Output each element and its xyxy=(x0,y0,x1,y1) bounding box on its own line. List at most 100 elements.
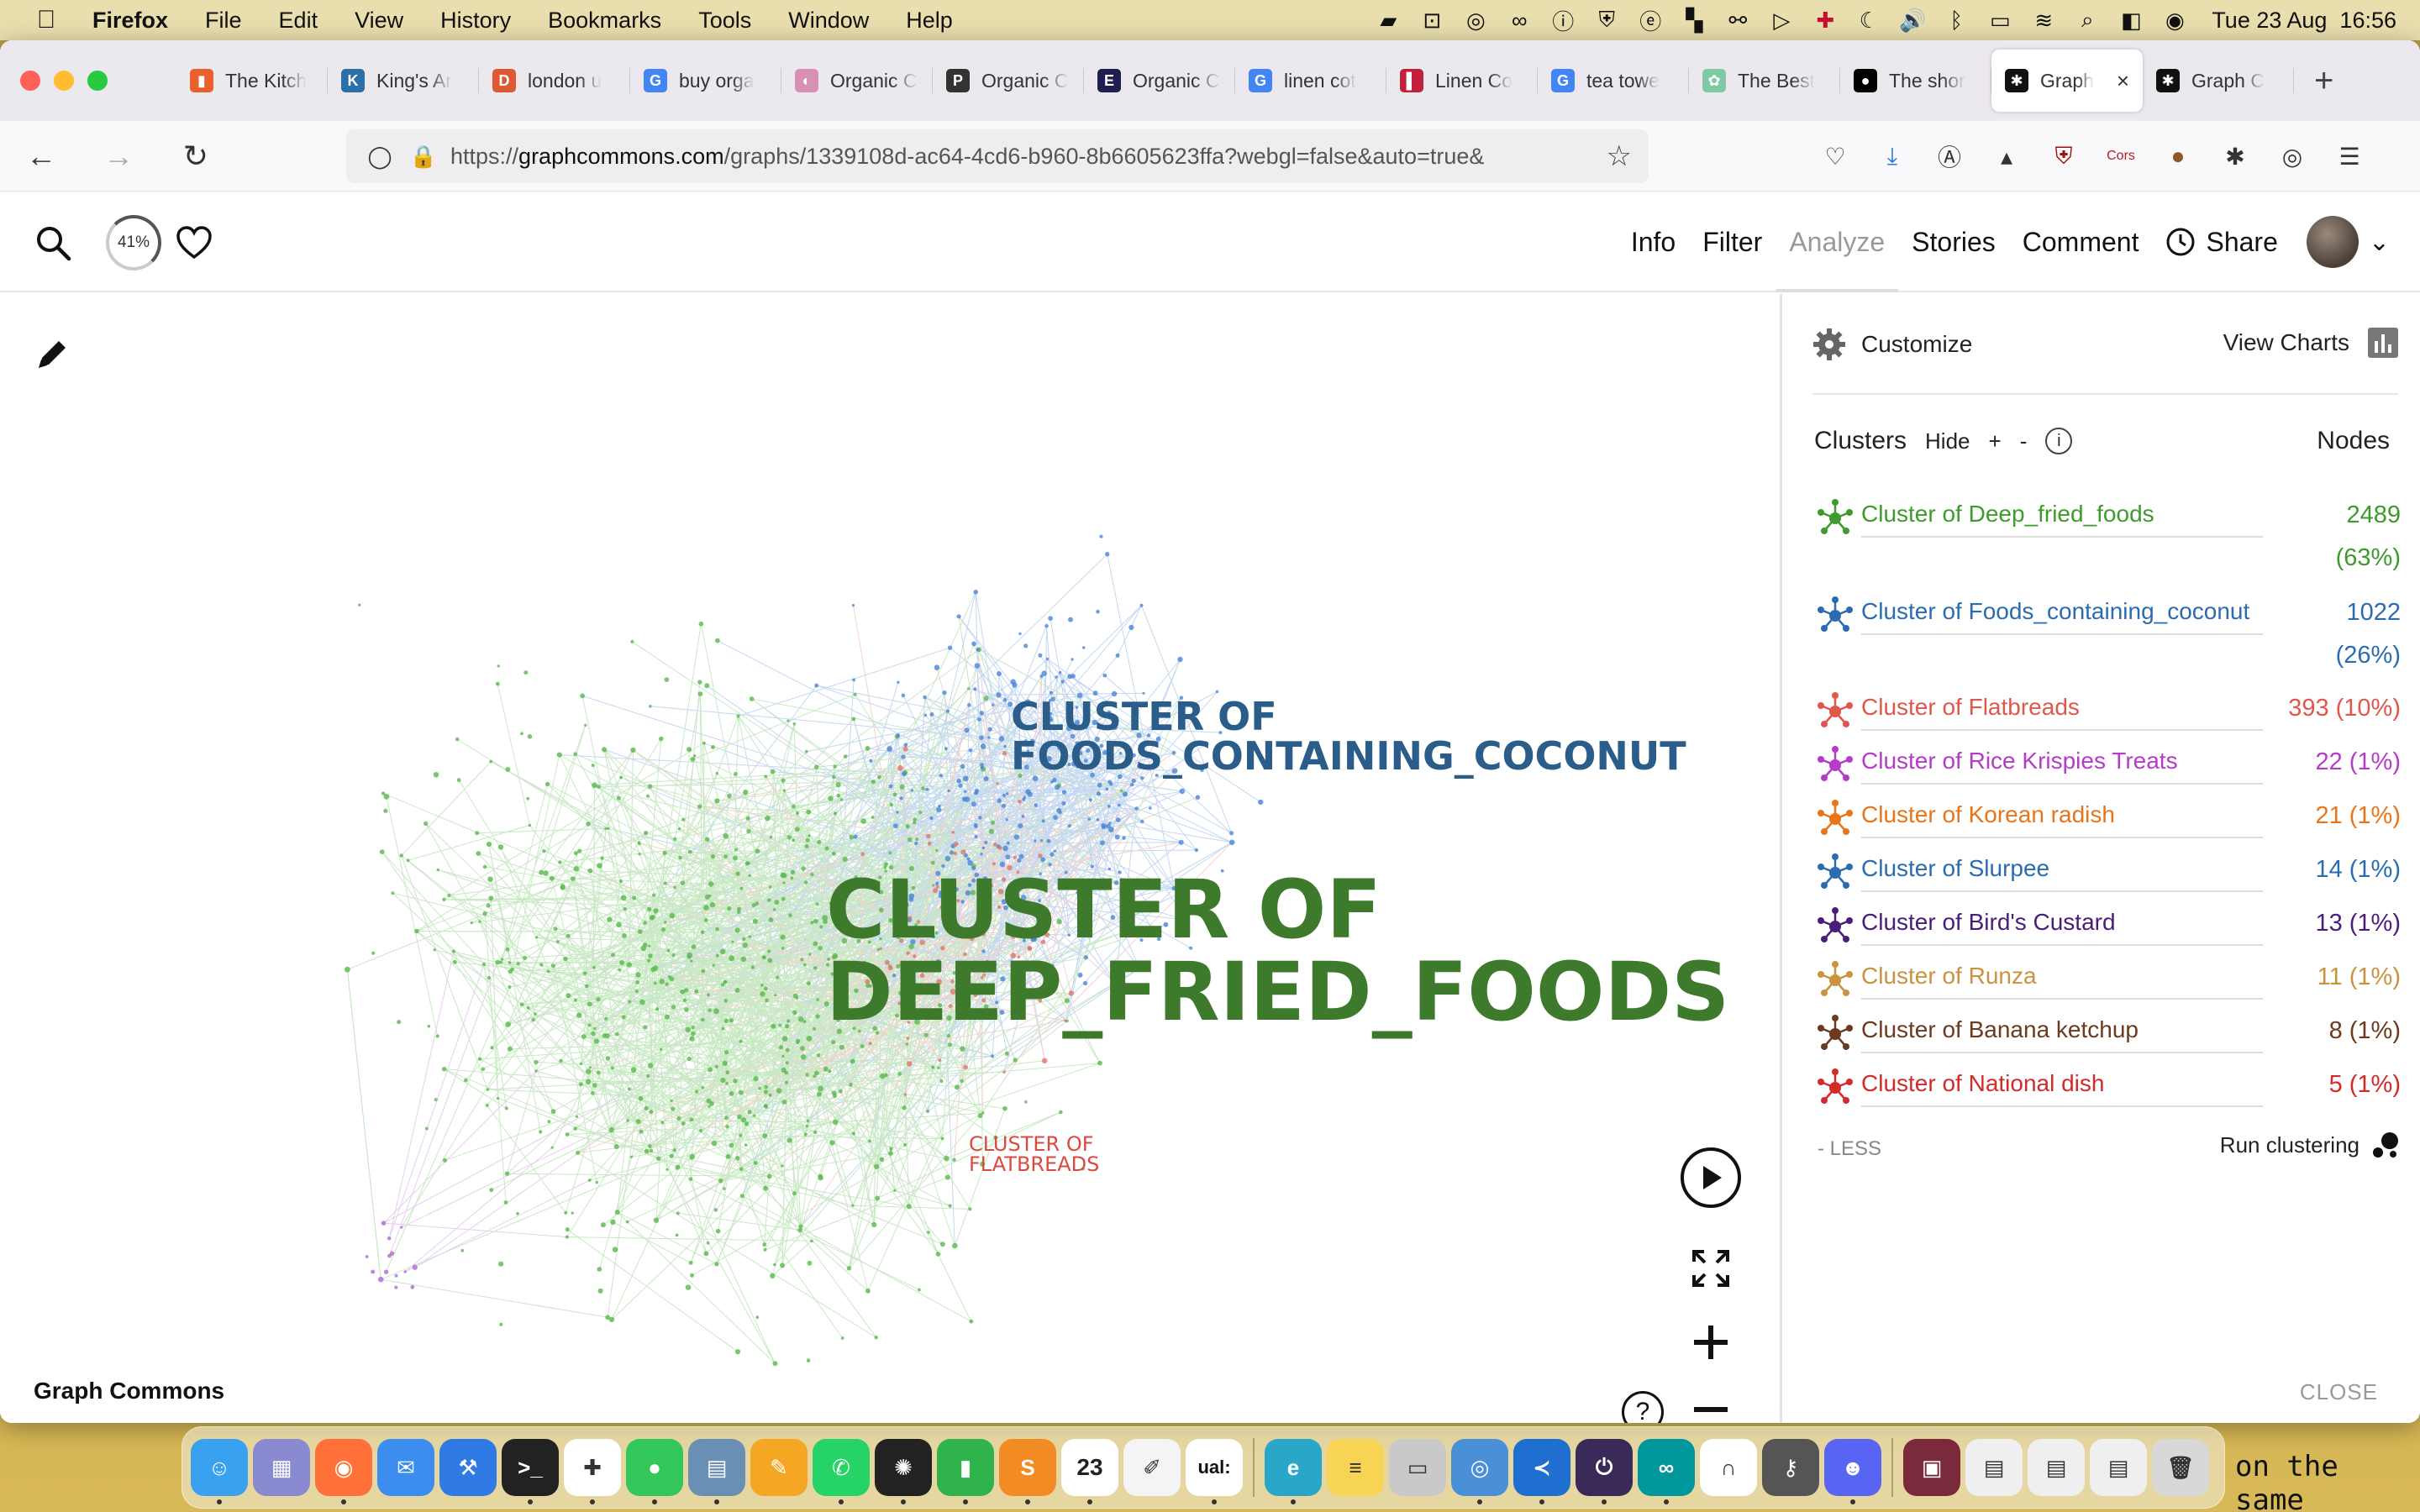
nav-filter[interactable]: Filter xyxy=(1689,192,1776,292)
arduino-icon[interactable]: ∞ xyxy=(1638,1439,1695,1504)
cluster-row[interactable]: Cluster of Runza 11 (1%) xyxy=(1812,961,2401,1003)
browser-tab[interactable]: ✱ Graph × xyxy=(1991,50,2143,112)
chromium-icon[interactable]: ✺ xyxy=(875,1439,932,1504)
doc-stack-icon-3[interactable]: ▤ xyxy=(2090,1439,2147,1496)
vpn-icon[interactable]: ◎ xyxy=(1454,0,1497,40)
edge-icon[interactable]: e xyxy=(1265,1439,1322,1504)
browser-tab[interactable]: ◐ Organic C xyxy=(781,53,933,108)
apple-menu-icon[interactable]:  xyxy=(0,6,92,34)
nav-stories[interactable]: Stories xyxy=(1898,192,2009,292)
power-icon[interactable]: ⏻ xyxy=(1576,1439,1633,1504)
keychain-icon[interactable]: ⚷ xyxy=(1762,1439,1819,1496)
browser-tab[interactable]: E Organic C xyxy=(1084,53,1235,108)
nav-analyze[interactable]: Analyze xyxy=(1776,192,1899,292)
menu-file[interactable]: File xyxy=(187,8,260,34)
cluster-name[interactable]: Cluster of Korean radish xyxy=(1861,801,2263,838)
cluster-label-flatbreads[interactable]: CLUSTER OF FLATBREADS xyxy=(969,1134,1099,1175)
menu-edit[interactable]: Edit xyxy=(260,8,337,34)
browser-tab[interactable]: ● The shor xyxy=(1840,53,1991,108)
cluster-label-deep-fried[interactable]: CLUSTER OF DEEP_FRIED_FOODS xyxy=(826,869,1729,1034)
pocket-icon[interactable]: ▰ xyxy=(1366,0,1410,40)
menu-view[interactable]: View xyxy=(336,8,422,34)
messages-icon[interactable]: ● xyxy=(626,1439,683,1504)
grid-app-icon[interactable]: ▚ xyxy=(1672,0,1716,40)
browser-tab[interactable]: P Organic C xyxy=(933,53,1084,108)
pocket-icon[interactable]: ♡ xyxy=(1807,133,1864,180)
menu-window[interactable]: Window xyxy=(770,8,887,34)
cluster-row[interactable]: Cluster of Bird's Custard 13 (1%) xyxy=(1812,907,2401,949)
preview-icon[interactable]: ▤ xyxy=(688,1439,745,1504)
mail-icon[interactable]: ✉ xyxy=(377,1439,434,1496)
more-clusters-button[interactable]: + xyxy=(1989,428,2002,454)
browser-tab[interactable]: ▌ Linen Co xyxy=(1386,53,1538,108)
fewer-clusters-button[interactable]: - xyxy=(2020,428,2028,454)
cluster-name[interactable]: Cluster of Flatbreads xyxy=(1861,694,2263,731)
close-panel-button[interactable]: CLOSE xyxy=(2300,1379,2378,1405)
finder-icon[interactable]: ☺ xyxy=(191,1439,248,1504)
extension-globe-icon[interactable]: ◎ xyxy=(2264,133,2321,180)
menu-history[interactable]: History xyxy=(422,8,529,34)
photo-thumb-icon[interactable]: ▣ xyxy=(1903,1439,1960,1496)
downloads-icon[interactable]: ⤓ xyxy=(1864,133,1921,180)
app-menu-firefox[interactable]: Firefox xyxy=(92,8,187,34)
cluster-name[interactable]: Cluster of Rice Krispies Treats xyxy=(1861,748,2263,785)
spotlight-icon[interactable]: ⌕ xyxy=(2065,0,2109,40)
bookmark-star-icon[interactable]: ☆ xyxy=(1607,139,1632,173)
selfservice-icon[interactable]: ual: xyxy=(1186,1439,1243,1504)
calendar-icon[interactable]: 23 xyxy=(1061,1439,1118,1504)
cookie-icon[interactable]: ● xyxy=(2149,133,2207,180)
forward-button[interactable]: → xyxy=(92,139,145,174)
cluster-row[interactable]: Cluster of Banana ketchup 8 (1%) xyxy=(1812,1015,2401,1057)
cluster-row[interactable]: Cluster of Foods_containing_coconut 1022 (… xyxy=(1812,596,2401,670)
cors-icon[interactable]: Cors xyxy=(2092,133,2149,180)
siri-icon[interactable]: ◉ xyxy=(2153,0,2196,40)
edit-pencil-icon[interactable] xyxy=(34,334,72,373)
browser-tab[interactable]: ✱ Graph C xyxy=(2143,53,2294,108)
zoom-out-button[interactable] xyxy=(1689,1388,1733,1423)
scanner-icon[interactable]: ▭ xyxy=(1389,1439,1446,1496)
browser-tab[interactable]: Gbuy orga xyxy=(630,53,781,108)
cluster-name[interactable]: Cluster of Runza xyxy=(1861,963,2263,1000)
cluster-label-coconut[interactable]: CLUSTER OF FOODS_CONTAINING_COCONUT xyxy=(1011,697,1686,776)
terminal-icon[interactable]: >_ xyxy=(502,1439,559,1504)
reload-button[interactable]: ↻ xyxy=(170,139,222,174)
browser-tab[interactable]: ▮ The Kitch xyxy=(176,53,328,108)
hide-clusters-button[interactable]: Hide xyxy=(1925,428,1970,454)
wifi-icon[interactable]: ≋ xyxy=(2022,0,2065,40)
textedit-icon[interactable]: ✐ xyxy=(1123,1439,1181,1496)
doc-stack-icon[interactable]: ▤ xyxy=(1965,1439,2023,1496)
network-graph[interactable] xyxy=(0,294,1778,1423)
pages-icon[interactable]: ✎ xyxy=(750,1439,808,1496)
slack-icon[interactable]: ✚ xyxy=(564,1439,621,1504)
e-app-icon[interactable]: ⓔ xyxy=(1628,0,1672,40)
show-less-button[interactable]: - LESS xyxy=(1818,1137,1881,1161)
creative-cloud-icon[interactable]: ∞ xyxy=(1497,0,1541,40)
close-window-button[interactable] xyxy=(20,71,40,91)
cluster-name[interactable]: Cluster of Foods_containing_coconut xyxy=(1861,598,2263,635)
numbers-icon[interactable]: ▮ xyxy=(937,1439,994,1504)
fluent-icon[interactable]: ⓘ xyxy=(1541,0,1585,40)
view-charts-button[interactable]: View Charts xyxy=(2223,328,2398,358)
ublock-icon[interactable]: ⛨ xyxy=(2035,133,2092,180)
new-tab-button[interactable]: + xyxy=(2294,62,2354,100)
extension-hat-icon[interactable]: ▴ xyxy=(1978,133,2035,180)
shield-app-icon[interactable]: ⛨ xyxy=(1585,0,1628,40)
play-icon[interactable]: ▷ xyxy=(1760,0,1803,40)
cluster-name[interactable]: Cluster of National dish xyxy=(1861,1070,2263,1107)
whatsapp-icon[interactable]: ✆ xyxy=(813,1439,870,1504)
lock-icon[interactable]: 🔒 xyxy=(407,144,440,170)
menu-bookmarks[interactable]: Bookmarks xyxy=(529,8,680,34)
cluster-name[interactable]: Cluster of Deep_fried_foods xyxy=(1861,501,2263,538)
tray-app-icon[interactable]: ⊡ xyxy=(1410,0,1454,40)
share-button[interactable]: Share xyxy=(2152,192,2291,292)
url-bar[interactable]: ◯ 🔒 https://graphcommons.com/graphs/1339… xyxy=(346,129,1649,183)
fit-screen-button[interactable] xyxy=(1689,1247,1733,1290)
control-center-icon[interactable]: ◧ xyxy=(2109,0,2153,40)
chevron-down-icon[interactable]: ⌄ xyxy=(2359,228,2420,257)
firefox-icon[interactable]: ◉ xyxy=(315,1439,372,1504)
browser-tab[interactable]: Dlondon u xyxy=(479,53,630,108)
doc-stack-icon-2[interactable]: ▤ xyxy=(2028,1439,2085,1496)
sublime-icon[interactable]: S xyxy=(999,1439,1056,1504)
browser-tab[interactable]: Glinen cot xyxy=(1235,53,1386,108)
moon-icon[interactable]: ☾ xyxy=(1847,0,1891,40)
